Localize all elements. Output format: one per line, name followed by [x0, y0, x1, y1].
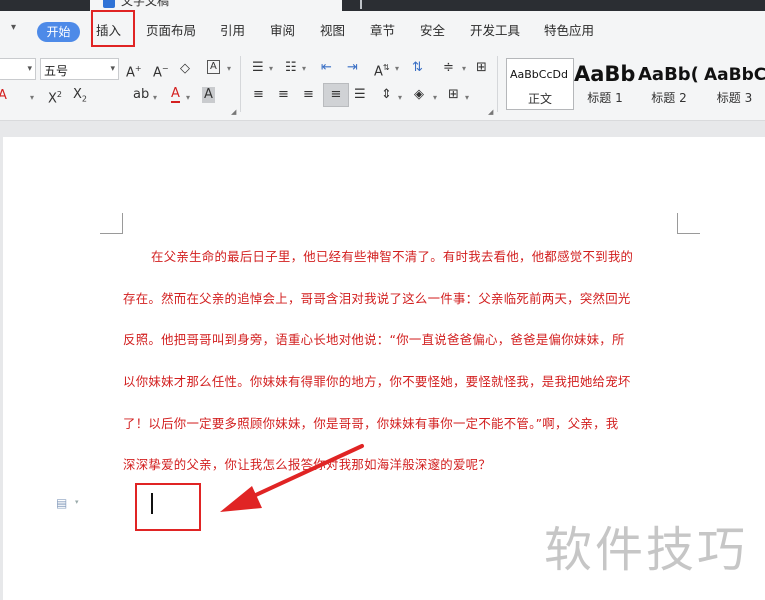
watermark: 软件技巧 — [544, 522, 749, 578]
